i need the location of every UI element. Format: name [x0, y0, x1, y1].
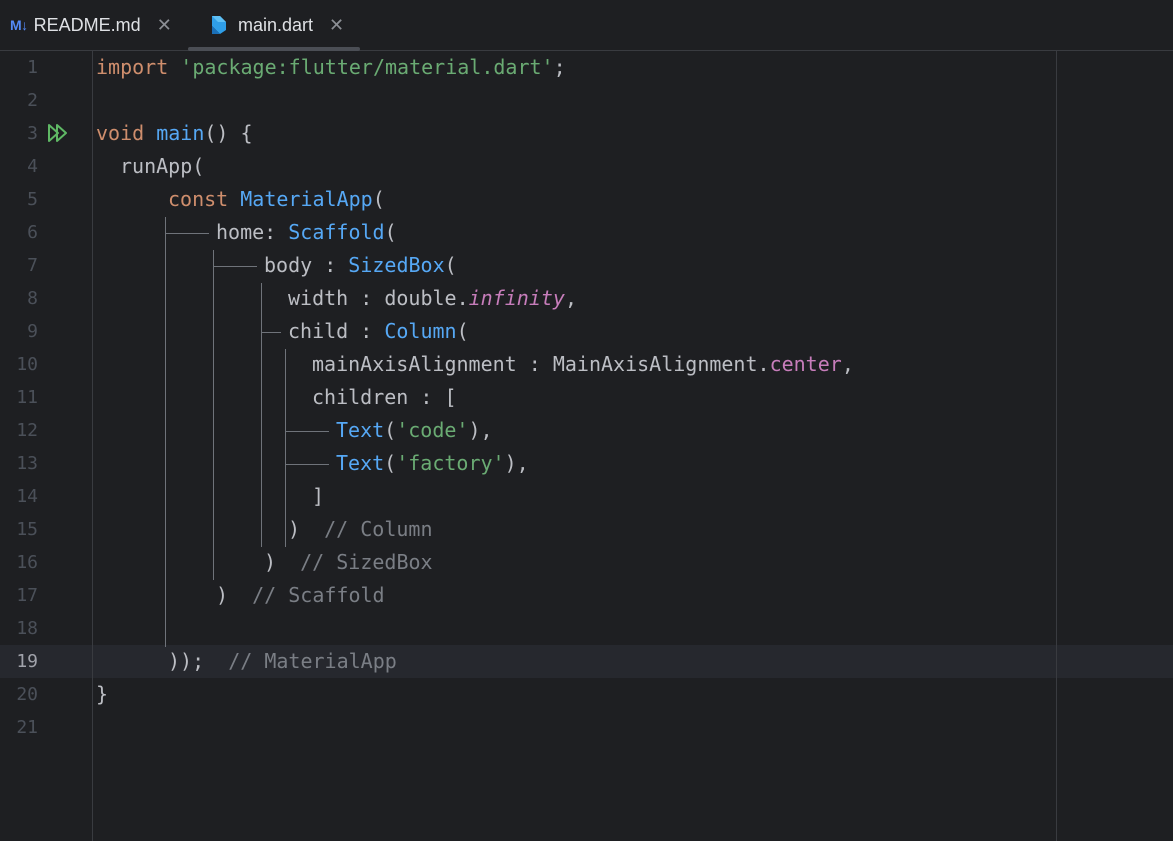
line-number: 5 — [27, 189, 38, 210]
code-line[interactable]: 20 } — [0, 678, 1173, 711]
ide-window: M↓ README.md ✕ main.dart ✕ 1 import 'pac… — [0, 0, 1173, 841]
code-line[interactable]: 4 runApp( — [0, 150, 1173, 183]
line-number: 16 — [16, 552, 38, 573]
markdown-icon: M↓ — [10, 17, 28, 33]
code-line[interactable]: 6 home: Scaffold( — [0, 216, 1173, 249]
code-line-current[interactable]: 19 )); // MaterialApp — [0, 645, 1173, 678]
code-line[interactable]: 1 import 'package:flutter/material.dart'… — [0, 51, 1173, 84]
line-number: 21 — [16, 717, 38, 738]
code-line[interactable]: 15 ) // Column — [0, 513, 1173, 546]
code-line[interactable]: 11 children : [ — [0, 381, 1173, 414]
tab-label: README.md — [33, 14, 141, 35]
tab-readme[interactable]: M↓ README.md ✕ — [10, 0, 172, 50]
code-line[interactable]: 2 — [0, 84, 1173, 117]
code-editor[interactable]: 1 import 'package:flutter/material.dart'… — [0, 51, 1173, 841]
code-line[interactable]: 3 void main() { — [0, 117, 1173, 150]
code-line[interactable]: 9 child : Column( — [0, 315, 1173, 348]
line-number: 2 — [27, 90, 38, 111]
line-number: 10 — [16, 354, 38, 375]
code-line[interactable]: 13 Text('factory'), — [0, 447, 1173, 480]
code-line[interactable]: 10 mainAxisAlignment : MainAxisAlignment… — [0, 348, 1173, 381]
run-icon[interactable] — [47, 123, 69, 143]
line-number: 8 — [27, 288, 38, 309]
tab-main-dart[interactable]: main.dart ✕ — [188, 0, 360, 51]
code-line[interactable]: 18 — [0, 612, 1173, 645]
code-line[interactable]: 8 width : double.infinity, — [0, 282, 1173, 315]
line-number: 15 — [16, 519, 38, 540]
code-line[interactable]: 7 body : SizedBox( — [0, 249, 1173, 282]
tab-label: main.dart — [238, 14, 314, 35]
line-number: 3 — [27, 123, 38, 144]
code-line[interactable]: 14 ] — [0, 480, 1173, 513]
line-number: 14 — [16, 486, 38, 507]
close-icon[interactable]: ✕ — [157, 16, 172, 34]
editor-tab-bar: M↓ README.md ✕ main.dart ✕ — [0, 0, 1173, 51]
line-number: 19 — [16, 651, 38, 672]
line-number: 18 — [16, 618, 38, 639]
dart-icon — [212, 16, 226, 34]
line-number: 4 — [27, 156, 38, 177]
line-number: 13 — [16, 453, 38, 474]
line-number: 1 — [27, 57, 38, 78]
line-number: 6 — [27, 222, 38, 243]
code-line[interactable]: 12 Text('code'), — [0, 414, 1173, 447]
code-line[interactable]: 17 ) // Scaffold — [0, 579, 1173, 612]
code-line[interactable]: 16 ) // SizedBox — [0, 546, 1173, 579]
close-icon[interactable]: ✕ — [329, 16, 344, 34]
code-line[interactable]: 5 const MaterialApp( — [0, 183, 1173, 216]
line-number: 12 — [16, 420, 38, 441]
line-number: 11 — [16, 387, 38, 408]
line-number: 7 — [27, 255, 38, 276]
line-number: 20 — [16, 684, 38, 705]
line-number: 17 — [16, 585, 38, 606]
code-line[interactable]: 21 — [0, 711, 1173, 744]
line-number: 9 — [27, 321, 38, 342]
